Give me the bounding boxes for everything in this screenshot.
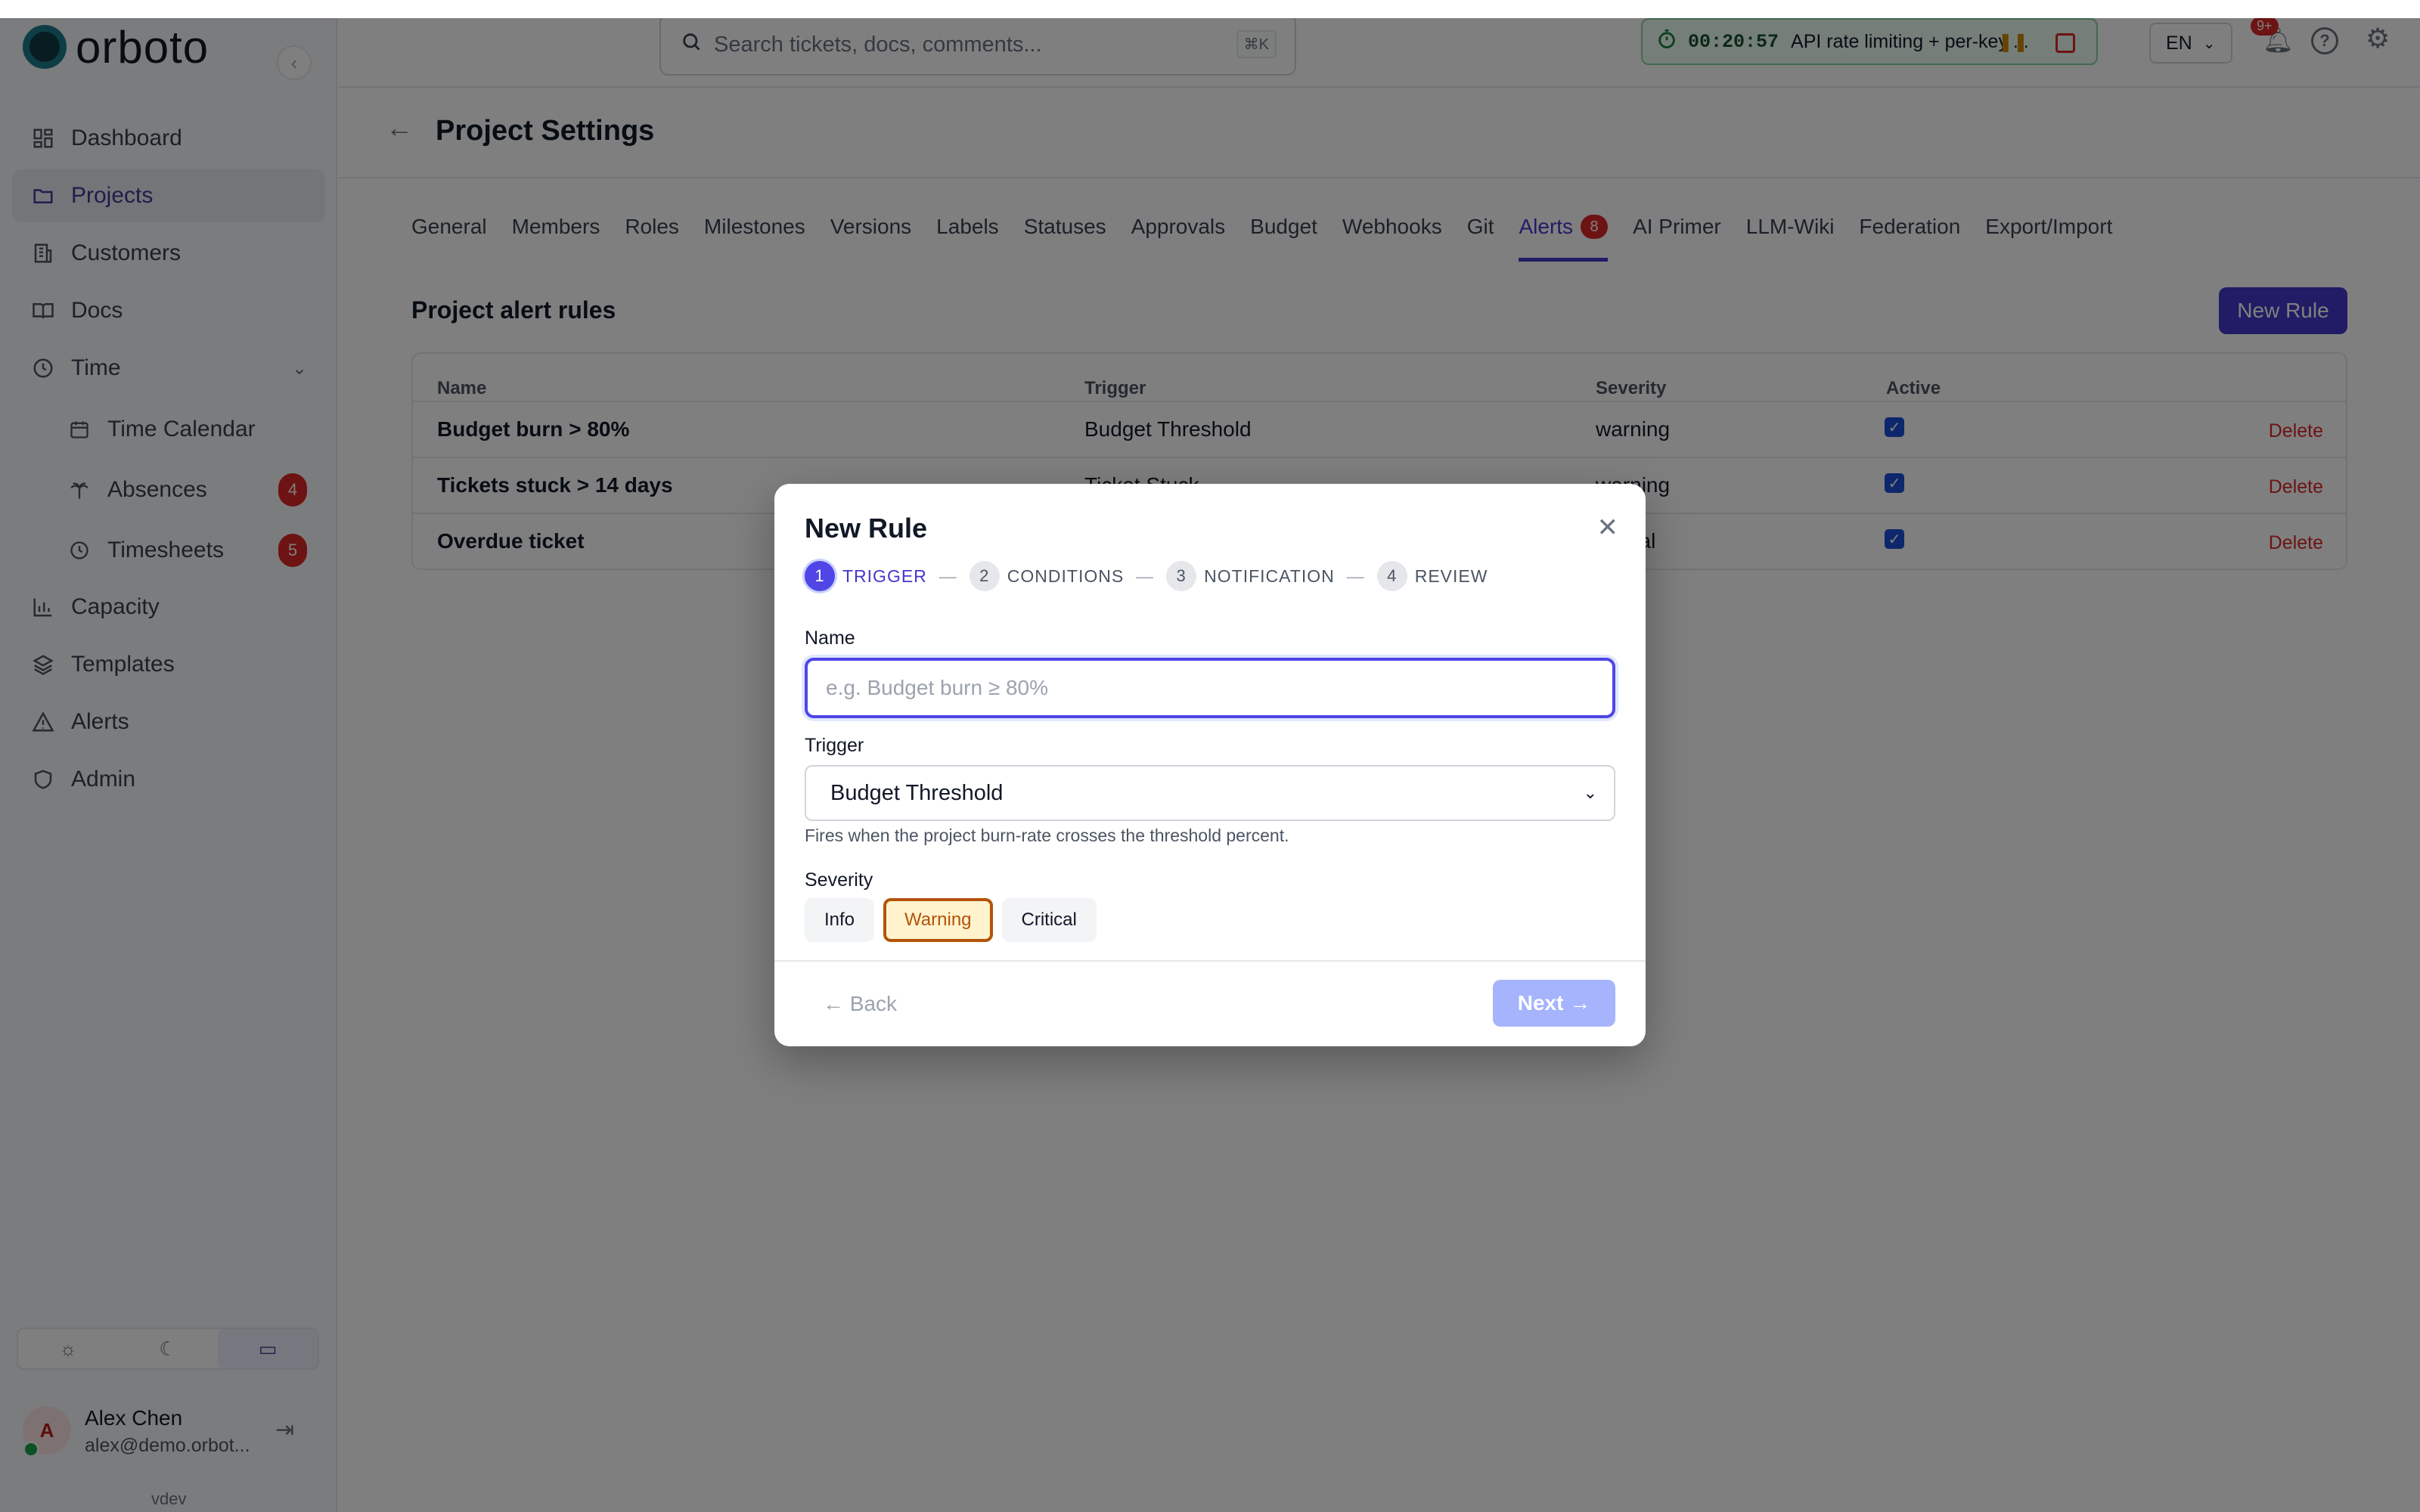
dialog-footer-divider bbox=[774, 960, 1646, 962]
severity-options: Info Warning Critical bbox=[805, 898, 1106, 942]
severity-option-critical[interactable]: Critical bbox=[1001, 898, 1097, 942]
step-conditions[interactable]: 2 CONDITIONS bbox=[969, 561, 1125, 591]
step-number: 2 bbox=[969, 561, 1000, 591]
arrow-right-icon: → bbox=[1569, 991, 1591, 1015]
step-number: 4 bbox=[1376, 561, 1407, 591]
step-separator: — bbox=[939, 565, 957, 586]
close-icon[interactable]: ✕ bbox=[1597, 513, 1619, 543]
step-number: 3 bbox=[1166, 561, 1197, 591]
step-separator: — bbox=[1136, 565, 1155, 586]
step-notification[interactable]: 3 NOTIFICATION bbox=[1166, 561, 1335, 591]
step-label: CONDITIONS bbox=[1007, 565, 1125, 586]
severity-option-warning[interactable]: Warning bbox=[883, 898, 993, 942]
back-button-label: Back bbox=[849, 992, 898, 1015]
app-root: orboto ‹ Dashboard Projects Customers Do… bbox=[0, 0, 2420, 1512]
step-trigger[interactable]: 1 TRIGGER bbox=[805, 561, 927, 591]
trigger-select-value: Budget Threshold bbox=[830, 780, 1004, 805]
trigger-label: Trigger bbox=[805, 735, 864, 756]
new-rule-dialog: New Rule ✕ 1 TRIGGER — 2 CONDITIONS — 3 … bbox=[774, 484, 1646, 1046]
step-number: 1 bbox=[805, 561, 835, 591]
next-button[interactable]: Next → bbox=[1493, 980, 1615, 1027]
severity-option-info[interactable]: Info bbox=[805, 898, 875, 942]
arrow-left-icon: ← bbox=[823, 992, 844, 1015]
step-separator: — bbox=[1346, 565, 1365, 586]
step-review[interactable]: 4 REVIEW bbox=[1376, 561, 1488, 591]
step-label: NOTIFICATION bbox=[1204, 565, 1335, 586]
name-label: Name bbox=[805, 627, 855, 649]
dialog-title: New Rule bbox=[805, 513, 928, 544]
wizard-steps: 1 TRIGGER — 2 CONDITIONS — 3 NOTIFICATIO… bbox=[805, 561, 1488, 591]
top-strip bbox=[0, 0, 2420, 18]
next-button-label: Next bbox=[1517, 991, 1564, 1015]
trigger-select[interactable]: Budget Threshold ⌄ bbox=[805, 765, 1615, 821]
step-label: REVIEW bbox=[1414, 565, 1488, 586]
chevron-down-icon: ⌄ bbox=[1583, 783, 1597, 802]
severity-label: Severity bbox=[805, 869, 873, 891]
rule-name-input[interactable] bbox=[805, 658, 1615, 718]
trigger-hint: Fires when the project burn-rate crosses… bbox=[805, 826, 1289, 845]
back-button[interactable]: ← Back bbox=[823, 992, 897, 1016]
step-label: TRIGGER bbox=[842, 565, 927, 586]
